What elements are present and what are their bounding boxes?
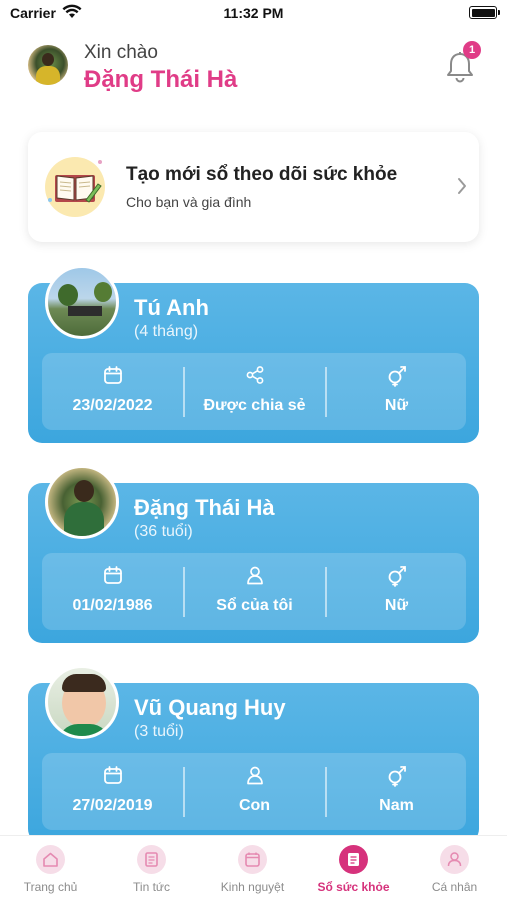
profile-name: Tú Anh: [134, 295, 209, 320]
create-card-subtitle: Cho bạn và gia đình: [126, 194, 252, 210]
create-card-title: Tạo mới sổ theo dõi sức khỏe: [126, 164, 398, 185]
tab-label: Tin tức: [133, 880, 170, 894]
gender-icon: [388, 766, 406, 787]
tab-label: Cá nhân: [431, 880, 478, 894]
book-icon: [45, 157, 105, 217]
gender-value: Nữ: [384, 597, 409, 614]
news-icon: [137, 845, 166, 874]
profile-age: (3 tuổi): [134, 723, 184, 740]
tab-kinh-nguyet[interactable]: Kinh nguyệt: [202, 836, 303, 900]
user-avatar[interactable]: [28, 45, 68, 85]
tab-so-suc-khoe[interactable]: Sổ sức khỏe: [303, 836, 404, 900]
birthdate-cell: 23/02/2022: [42, 353, 183, 430]
relation-cell: Được chia sẻ: [184, 353, 325, 430]
gender-icon: [388, 366, 406, 387]
notification-badge: 1: [463, 41, 481, 59]
share-icon: [246, 366, 263, 384]
profile-card[interactable]: Tú Anh (4 tháng) 23/02/2022 Được chia sẻ…: [28, 265, 479, 443]
birthdate-value: 27/02/2019: [72, 797, 153, 814]
birthdate-value: 01/02/1986: [72, 597, 153, 614]
status-time: 11:32 PM: [223, 5, 284, 21]
home-icon: [36, 845, 65, 874]
calendar-icon: [103, 566, 122, 584]
calendar-icon: [103, 366, 122, 384]
relation-cell: Sổ của tôi: [184, 553, 325, 630]
create-health-book-card[interactable]: Tạo mới sổ theo dõi sức khỏe Cho bạn và …: [28, 132, 479, 242]
profile-age: (4 tháng): [134, 323, 199, 340]
birthdate-cell: 27/02/2019: [42, 753, 183, 830]
profile-info-panel: 27/02/2019 Con Nam: [42, 753, 466, 830]
calendar-icon: [238, 845, 267, 874]
tab-tin-tuc[interactable]: Tin tức: [101, 836, 202, 900]
profile-name: Vũ Quang Huy: [134, 695, 286, 720]
birthdate-cell: 01/02/1986: [42, 553, 183, 630]
profile-card[interactable]: Vũ Quang Huy (3 tuổi) 27/02/2019 Con Nam: [28, 665, 479, 843]
tab-label: Sổ sức khỏe: [317, 880, 390, 894]
birthdate-value: 23/02/2022: [72, 397, 153, 414]
gender-cell: Nữ: [326, 353, 467, 430]
gender-value: Nữ: [384, 397, 409, 414]
person-icon: [246, 566, 263, 585]
person-icon: [246, 766, 263, 785]
profile-card[interactable]: Đặng Thái Hà (36 tuổi) 01/02/1986 Sổ của…: [28, 465, 479, 643]
tab-label: Kinh nguyệt: [220, 880, 285, 894]
bottom-tab-bar: Trang chủ Tin tức Kinh nguyệt Sổ sức khỏ…: [0, 835, 507, 900]
calendar-icon: [103, 766, 122, 784]
battery-icon: [469, 6, 500, 19]
health-book-icon: [339, 845, 368, 874]
profile-avatar: [45, 265, 119, 339]
greeting-text: Xin chào: [84, 42, 158, 63]
status-bar: Carrier 11:32 PM: [0, 0, 507, 28]
gender-value: Nam: [379, 797, 414, 814]
relation-value: Được chia sẻ: [203, 397, 306, 414]
profile-info-panel: 23/02/2022 Được chia sẻ Nữ: [42, 353, 466, 430]
gender-cell: Nữ: [326, 553, 467, 630]
tab-ca-nhan[interactable]: Cá nhân: [404, 836, 505, 900]
profile-name: Đặng Thái Hà: [134, 495, 275, 520]
relation-value: Sổ của tôi: [216, 597, 293, 614]
tab-label: Trang chủ: [23, 880, 78, 894]
profile-avatar: [45, 465, 119, 539]
profile-icon: [440, 845, 469, 874]
relation-value: Con: [238, 797, 271, 814]
profile-info-panel: 01/02/1986 Sổ của tôi Nữ: [42, 553, 466, 630]
gender-cell: Nam: [326, 753, 467, 830]
chevron-right-icon: [458, 178, 466, 194]
profile-avatar: [45, 665, 119, 739]
user-name: Đặng Thái Hà: [84, 66, 238, 93]
profile-age: (36 tuổi): [134, 523, 193, 540]
tab-trang-chu[interactable]: Trang chủ: [0, 836, 101, 900]
relation-cell: Con: [184, 753, 325, 830]
gender-icon: [388, 566, 406, 587]
